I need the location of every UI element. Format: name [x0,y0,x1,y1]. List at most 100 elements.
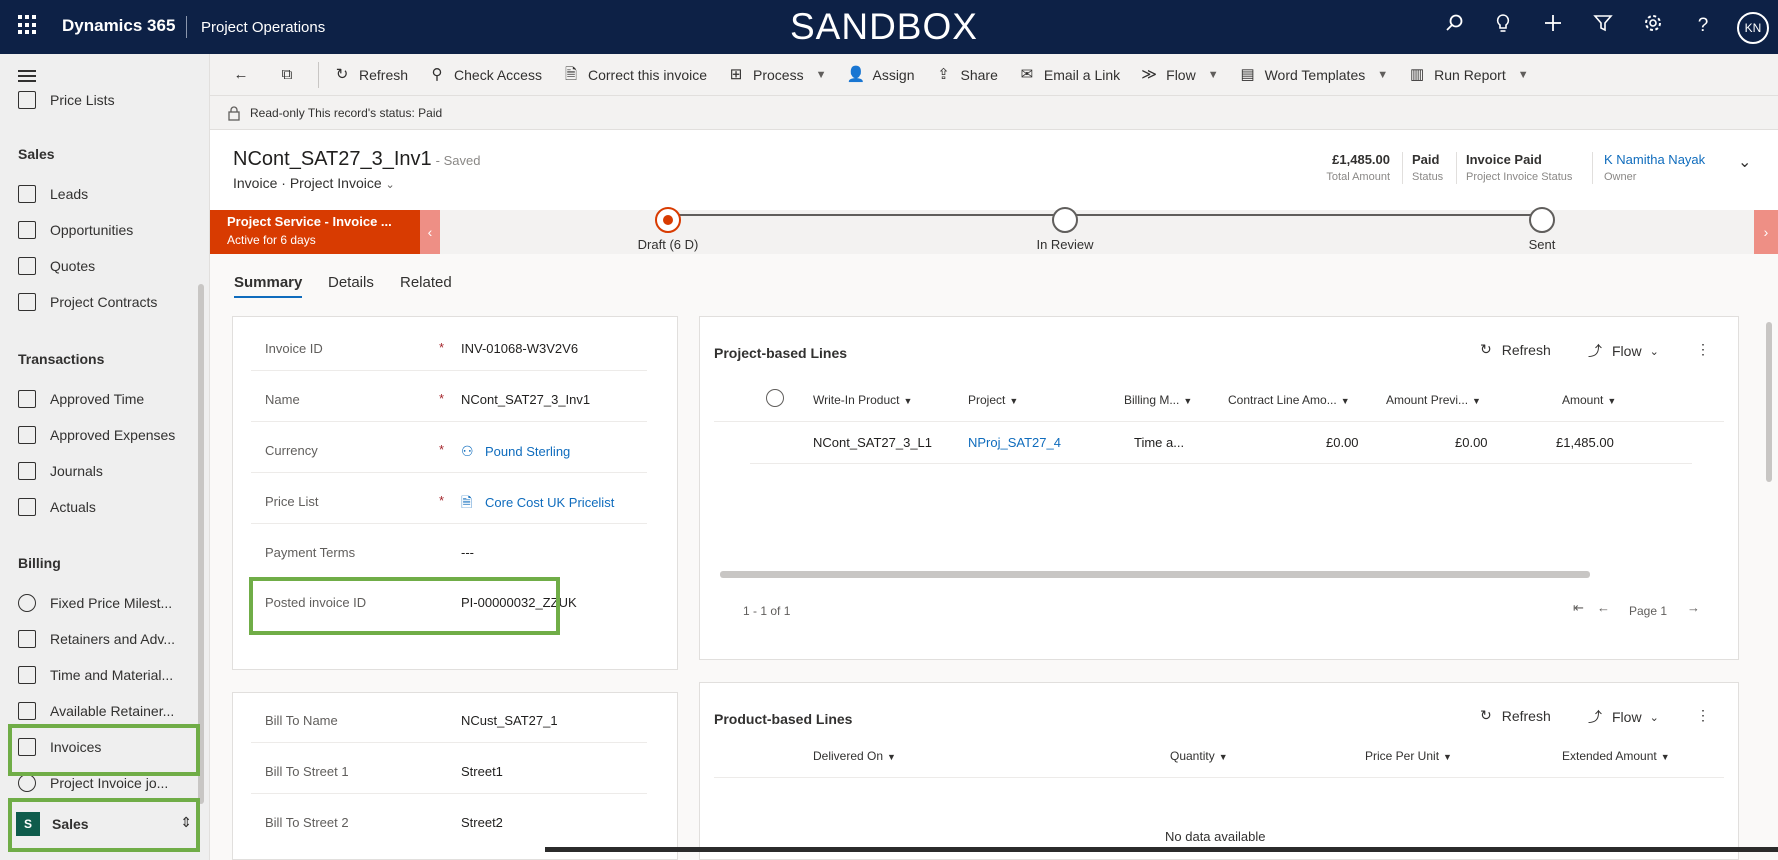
bill-to-street-2-value: Street2 [461,815,503,830]
previous-page-icon[interactable]: ← [1597,600,1610,615]
tab-summary[interactable]: Summary [234,274,303,298]
active-process-stage[interactable]: Project Service - Invoice ... Active for… [210,210,420,254]
sidebar-item-price-lists[interactable]: Price Lists [18,88,115,112]
share-button[interactable]: ⇪ Share [925,54,1008,96]
field-bill-to-street-1: Bill To Street 1 Street1 [251,748,647,794]
share-icon: ⇪ [937,65,950,83]
product-based-lines-grid: Product-based Lines ↻ Refresh ⤴ Flow ⌄ ⋮ De… [699,682,1739,860]
column-header-billing-method[interactable]: Billing M... ▼ [1124,393,1192,407]
gear-icon[interactable] [1640,13,1666,39]
grid-more-options-icon[interactable]: ⋮ [1696,341,1710,358]
bpf-next-button[interactable]: › [1754,210,1778,254]
process-button[interactable]: ⊞ Process ▼ [717,54,836,96]
filter-icon[interactable] [1590,13,1616,39]
stage-sent[interactable]: Sent [1442,207,1642,252]
chevron-down-icon[interactable]: ⌄ [1738,152,1751,172]
chevron-down-icon: ⌄ [1649,711,1659,724]
correct-invoice-button[interactable]: 🗎 Correct this invoice [552,54,717,96]
sidebar-item-quotes[interactable]: Quotes [18,254,95,278]
chevron-down-icon: ▼ [1472,396,1481,406]
stage-dot-icon [1052,207,1078,233]
check-access-button[interactable]: ⚲ Check Access [418,54,552,96]
column-label: Extended Amount [1562,749,1657,763]
tab-details[interactable]: Details [328,274,374,291]
top-navigation-bar: Dynamics 365 Project Operations SANDBOX … [0,0,1778,54]
help-icon[interactable]: ? [1690,13,1716,39]
chevron-down-icon[interactable]: ⌄ [386,179,395,191]
app-launcher-icon[interactable] [18,15,38,35]
lightbulb-icon[interactable] [1490,13,1516,39]
column-header-contract-line-amount[interactable]: Contract Line Amo... ▼ [1228,393,1350,407]
grid-more-options-icon[interactable]: ⋮ [1696,707,1710,724]
sidebar-item-retainers[interactable]: Retainers and Adv... [18,627,175,651]
flow-button[interactable]: ≫ Flow ▼ [1130,54,1228,96]
user-avatar[interactable]: KN [1737,12,1769,44]
app-name[interactable]: Project Operations [201,19,325,36]
grid-refresh-button[interactable]: ↻ Refresh [1480,707,1551,724]
column-header-price-per-unit[interactable]: Price Per Unit ▼ [1365,749,1452,763]
grid-row-divider [750,463,1692,464]
currency-lookup[interactable]: ⚇ Pound Sterling [461,443,570,459]
chevron-down-icon: ▼ [1009,396,1019,406]
assign-label: Assign [872,66,915,83]
bpf-previous-button[interactable]: ‹ [420,210,440,254]
cell-amount: £1,485.00 [1556,435,1614,450]
grid-horizontal-scrollbar[interactable] [720,571,1590,578]
word-templates-button[interactable]: ▤ Word Templates ▼ [1229,54,1399,96]
stage-draft[interactable]: Draft (6 D) [568,207,768,252]
sidebar-item-opportunities[interactable]: Opportunities [18,218,133,242]
sidebar-item-label: Journals [50,463,103,479]
stage-in-review[interactable]: In Review [965,207,1165,252]
assign-button[interactable]: 👤 Assign [836,54,924,96]
sidebar-item-actuals[interactable]: Actuals [18,495,96,519]
cell-project-link[interactable]: NProj_SAT27_4 [968,435,1061,450]
column-header-delivered-on[interactable]: Delivered On ▼ [813,749,896,763]
entity-name: Invoice [233,175,278,191]
refresh-icon: ↻ [1480,707,1492,723]
stage-label: In Review [1036,237,1094,252]
column-label: Contract Line Amo... [1228,393,1337,407]
grid-flow-button[interactable]: ⤴ Flow ⌄ [1588,341,1659,361]
run-report-button[interactable]: ▥ Run Report ▼ [1398,54,1538,96]
cell-amount-previously-invoiced: £0.00 [1455,435,1488,450]
column-header-quantity[interactable]: Quantity ▼ [1170,749,1228,763]
highlight-posted-invoice-id [249,577,560,635]
sidebar-item-time-and-material[interactable]: Time and Material... [18,663,173,687]
form-selector[interactable]: Project Invoice [290,175,382,191]
sidebar-item-label: Fixed Price Milest... [50,595,173,611]
first-page-icon[interactable]: ⇤ [1573,600,1584,616]
sidebar-item-label: Approved Time [50,391,145,407]
sidebar-item-leads[interactable]: Leads [18,182,88,206]
column-header-amount[interactable]: Amount ▼ [1562,393,1616,407]
email-link-button[interactable]: ✉ Email a Link [1008,54,1130,96]
form-vertical-scrollbar[interactable] [1766,322,1772,482]
hamburger-menu-icon[interactable] [18,70,36,82]
sidebar-item-available-retainer[interactable]: Available Retainer... [18,699,174,723]
price-list-lookup[interactable]: 🗎 Core Cost UK Pricelist [461,494,614,510]
document-icon [18,666,36,684]
select-all-radio[interactable] [766,389,784,407]
grid-refresh-button[interactable]: ↻ Refresh [1480,341,1551,358]
sidebar-item-approved-time[interactable]: Approved Time [18,387,144,411]
back-button[interactable]: ← [222,54,268,96]
column-header-write-in-product[interactable]: Write-In Product ▼ [813,393,912,407]
process-track: Draft (6 D) In Review Sent [638,207,1555,252]
owner-link[interactable]: K Namitha Nayak [1604,152,1734,167]
currency-value: Pound Sterling [485,443,571,459]
next-page-icon[interactable]: → [1687,600,1700,615]
column-header-project[interactable]: Project ▼ [968,393,1018,407]
search-icon[interactable] [1441,13,1467,39]
sidebar-item-journals[interactable]: Journals [18,459,103,483]
brand-name[interactable]: Dynamics 365 [62,16,175,36]
tab-related[interactable]: Related [400,274,452,291]
open-in-new-window-button[interactable]: ⧉ [268,54,314,96]
plus-icon[interactable] [1540,13,1566,39]
sidebar-item-approved-expenses[interactable]: Approved Expenses [18,423,175,447]
grid-flow-button[interactable]: ⤴ Flow ⌄ [1588,707,1659,727]
column-header-amount-previously-invoiced[interactable]: Amount Previ... ▼ [1386,393,1481,407]
sidebar-item-fixed-price-milestones[interactable]: Fixed Price Milest... [18,591,172,615]
refresh-button[interactable]: ↻ Refresh [323,54,418,96]
sidebar-item-project-contracts[interactable]: Project Contracts [18,290,157,314]
header-divider [1456,152,1457,184]
column-header-extended-amount[interactable]: Extended Amount ▼ [1562,749,1670,763]
